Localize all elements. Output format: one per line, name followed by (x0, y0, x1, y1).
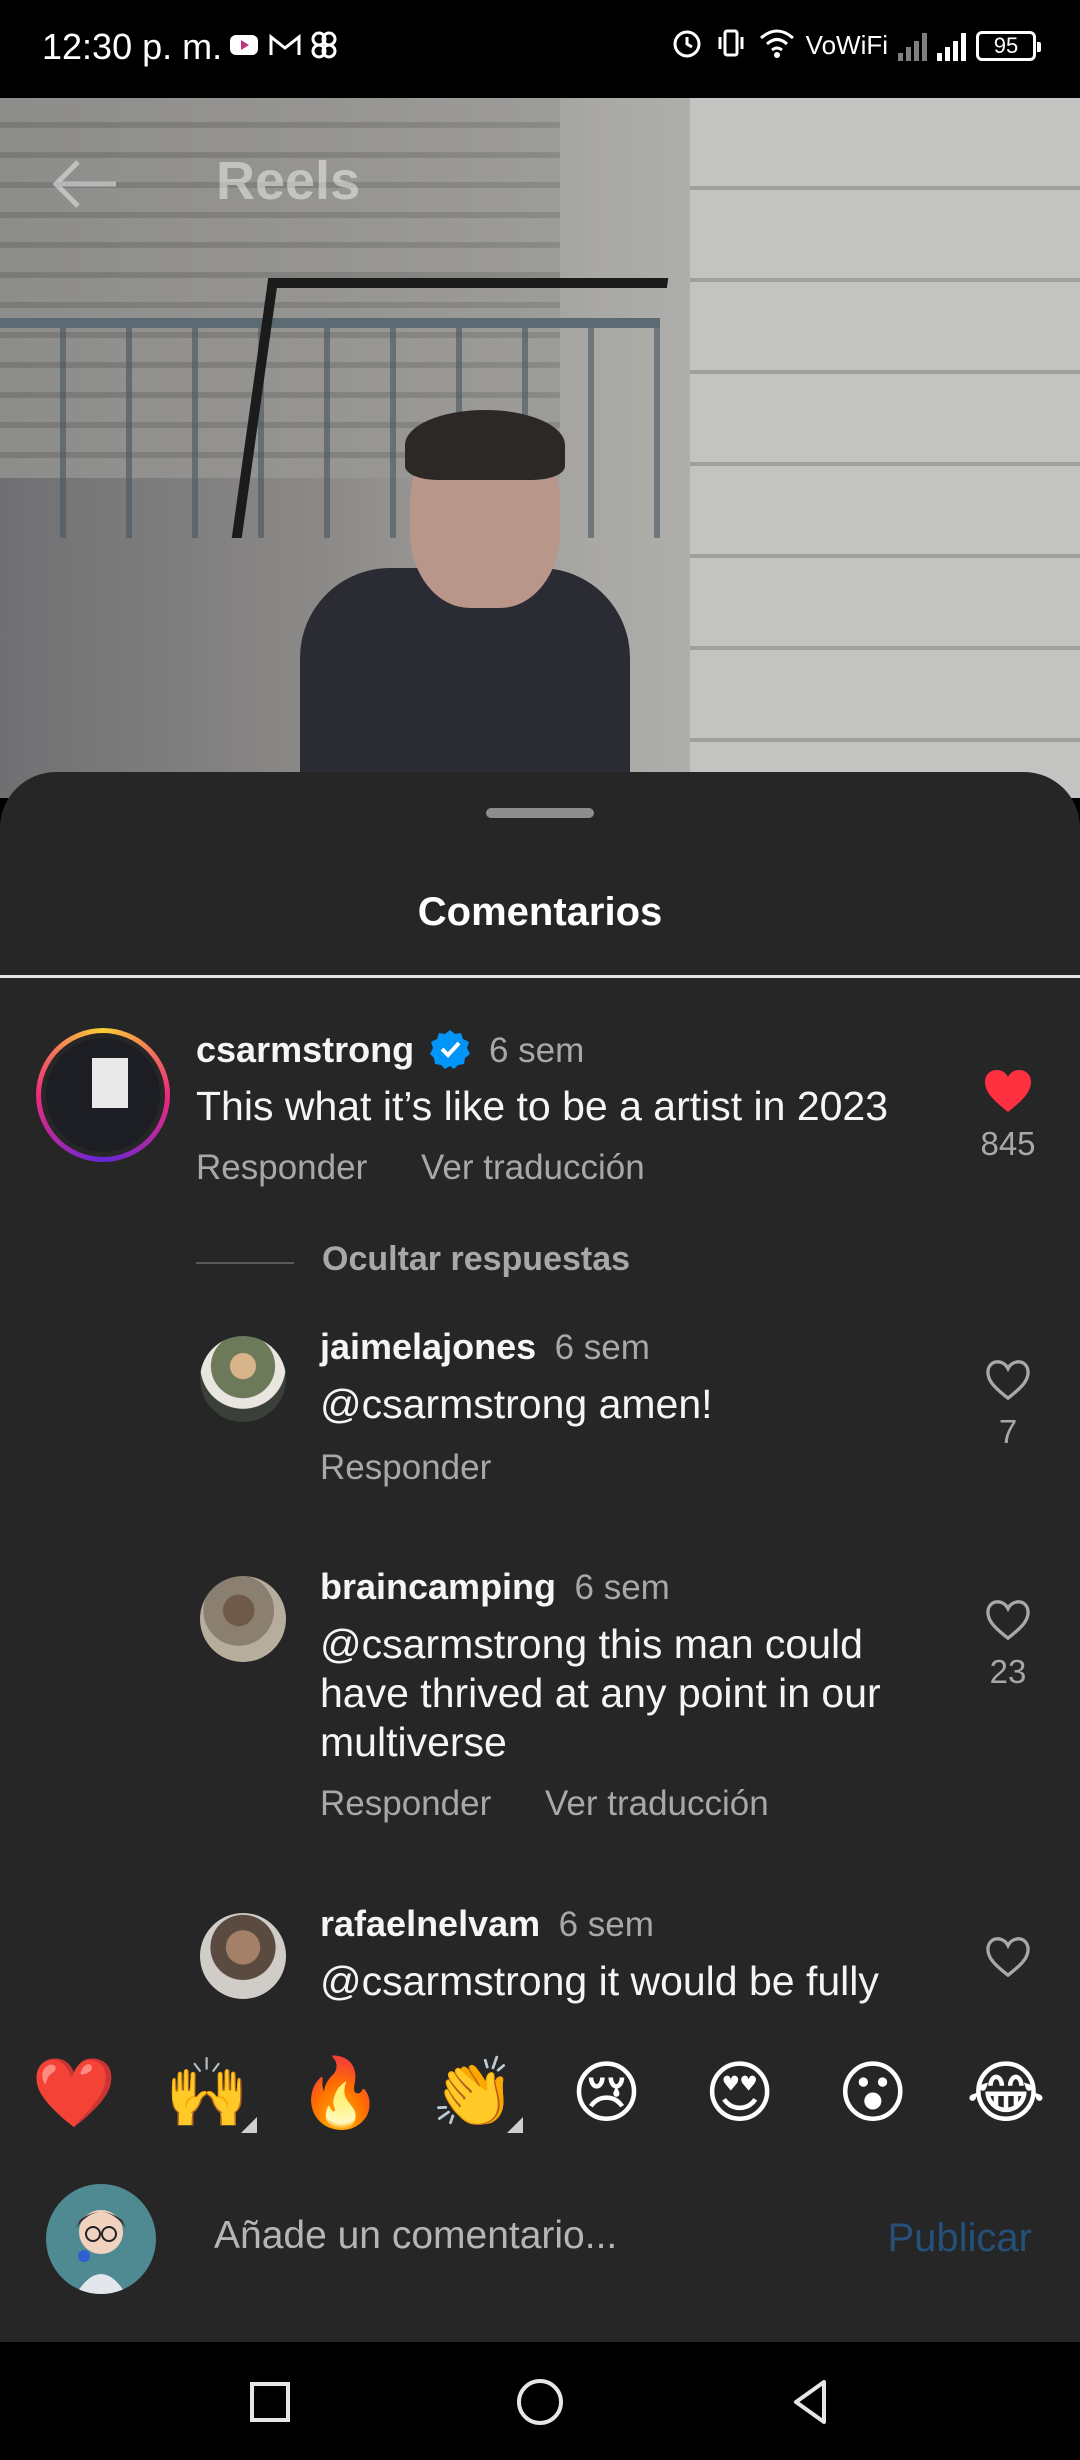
reply-username[interactable]: braincamping (320, 1566, 556, 1607)
avatar[interactable] (200, 1913, 286, 1999)
heart-filled-icon (985, 1070, 1031, 1112)
recents-button[interactable] (240, 2372, 300, 2432)
reply-item: rafaelnelvam 6 sem @csarmstrong it would… (0, 1903, 1080, 2038)
triangle-back-icon (794, 2380, 826, 2424)
square-icon (250, 2382, 290, 2422)
emoji-raising-hands[interactable]: 🙌 (157, 2053, 258, 2133)
youtube-notification-icon (228, 30, 260, 60)
signal-2-icon (937, 31, 966, 61)
comment-username[interactable]: csarmstrong (196, 1029, 414, 1070)
mention-link[interactable]: @csarmstrong (320, 1621, 587, 1667)
hide-replies-label: Ocultar respuestas (322, 1240, 631, 1278)
emoji-surprised-face[interactable]: 😮 (823, 2054, 923, 2133)
comment-input[interactable]: Añade un comentario... (214, 2214, 617, 2258)
status-time: 12:30 p. m. (42, 26, 223, 67)
mention-link[interactable]: @csarmstrong (320, 1381, 587, 1427)
vibrate-icon (714, 26, 748, 65)
status-left-icons (228, 30, 340, 60)
reply-button[interactable]: Responder (320, 1448, 491, 1487)
reply-time: 6 sem (554, 1328, 650, 1367)
back-nav-button[interactable] (780, 2372, 840, 2432)
heart-outline-icon (986, 1937, 1030, 1978)
heart-outline-icon (986, 1360, 1030, 1401)
hide-replies-button[interactable]: Ocultar respuestas (196, 1240, 896, 1290)
like-button[interactable]: 23 (968, 1598, 1048, 1691)
like-button[interactable] (968, 1935, 1048, 1984)
video-instrument-rig (231, 278, 669, 538)
avatar[interactable] (200, 1576, 286, 1662)
comment-time: 6 sem (488, 1031, 585, 1070)
alarm-icon (670, 26, 704, 65)
arrow-left-icon (52, 160, 116, 208)
skin-tone-indicator-icon (507, 2117, 524, 2133)
avatar[interactable] (200, 1336, 286, 1422)
emoji-crying-face[interactable]: 😢 (557, 2054, 657, 2133)
like-count: 845 (980, 1125, 1036, 1162)
see-translation-button[interactable]: Ver traducción (545, 1784, 769, 1823)
emoji-heart-eyes[interactable]: 😍 (690, 2054, 790, 2133)
system-navigation-bar (0, 2342, 1080, 2460)
emoji-fire[interactable]: 🔥 (290, 2053, 390, 2133)
circle-icon (517, 2379, 563, 2425)
comments-list[interactable]: csarmstrong 6 sem This what it’s like to… (0, 978, 1080, 2038)
status-right: VoWiFi 95 (670, 26, 1041, 65)
skin-tone-indicator-icon (241, 2117, 258, 2133)
reply-username[interactable]: rafaelnelvam (320, 1903, 540, 1944)
wifi-icon (758, 27, 796, 64)
sheet-title: Comentarios (417, 890, 663, 934)
like-count: 7 (998, 1413, 1018, 1450)
emoji-reaction-bar: ❤️ 🙌 🔥 👏 😢 😍 😮 😂 (0, 2030, 1080, 2156)
emoji-red-heart[interactable]: ❤️ (24, 2053, 124, 2133)
reply-button[interactable]: Responder (320, 1784, 491, 1823)
drag-handle[interactable] (486, 808, 594, 818)
reply-username[interactable]: jaimelajones (320, 1326, 536, 1367)
publish-button[interactable]: Publicar (887, 2216, 1032, 2261)
reply-text: @csarmstrong this man could have thrived… (320, 1621, 881, 1765)
comments-sheet: Comentarios csarmstrong 6 sem This what … (0, 772, 1080, 2342)
verified-badge-icon (429, 1028, 471, 1070)
reply-button[interactable]: Responder (196, 1148, 367, 1187)
current-user-avatar (46, 2184, 156, 2294)
like-button[interactable]: 7 (968, 1358, 1048, 1451)
like-button[interactable]: 845 (968, 1068, 1048, 1163)
emoji-tears-of-joy[interactable]: 😂 (956, 2054, 1056, 2133)
battery-indicator: 95 (976, 30, 1041, 61)
gmail-icon (268, 30, 301, 60)
reel-video[interactable]: Reels (0, 98, 1080, 798)
home-button[interactable] (510, 2372, 570, 2432)
reply-text: @csarmstrong amen! (320, 1381, 713, 1427)
reply-item: braincamping 6 sem @csarmstrong this man… (0, 1566, 1080, 1826)
see-translation-button[interactable]: Ver traducción (421, 1148, 645, 1187)
video-wall (690, 98, 1080, 798)
status-bar: 12:30 p. m. VoWiFi 95 (0, 0, 1080, 98)
page-title: Reels (216, 151, 361, 211)
comment-text: This what it’s like to be a artist in 20… (196, 1083, 889, 1129)
vowifi-label: VoWiFi (805, 30, 888, 60)
heart-outline-icon (986, 1600, 1030, 1641)
reply-item: jaimelajones 6 sem @csarmstrong amen! Re… (0, 1326, 1080, 1506)
reply-time: 6 sem (574, 1568, 670, 1607)
reply-time: 6 sem (558, 1905, 654, 1944)
reply-text: @csarmstrong it would be fully (320, 1958, 879, 2004)
emoji-clapping-hands[interactable]: 👏 (423, 2053, 524, 2133)
like-count: 23 (989, 1653, 1027, 1690)
pinwheel-icon (308, 30, 340, 60)
signal-1-icon (898, 31, 927, 61)
comment-item: csarmstrong 6 sem This what it’s like to… (0, 1028, 1080, 1208)
mention-link[interactable]: @csarmstrong (320, 1958, 587, 2004)
comment-composer: Añade un comentario... Publicar (0, 2180, 1080, 2300)
avatar[interactable] (36, 1028, 170, 1162)
back-button[interactable] (46, 154, 122, 214)
